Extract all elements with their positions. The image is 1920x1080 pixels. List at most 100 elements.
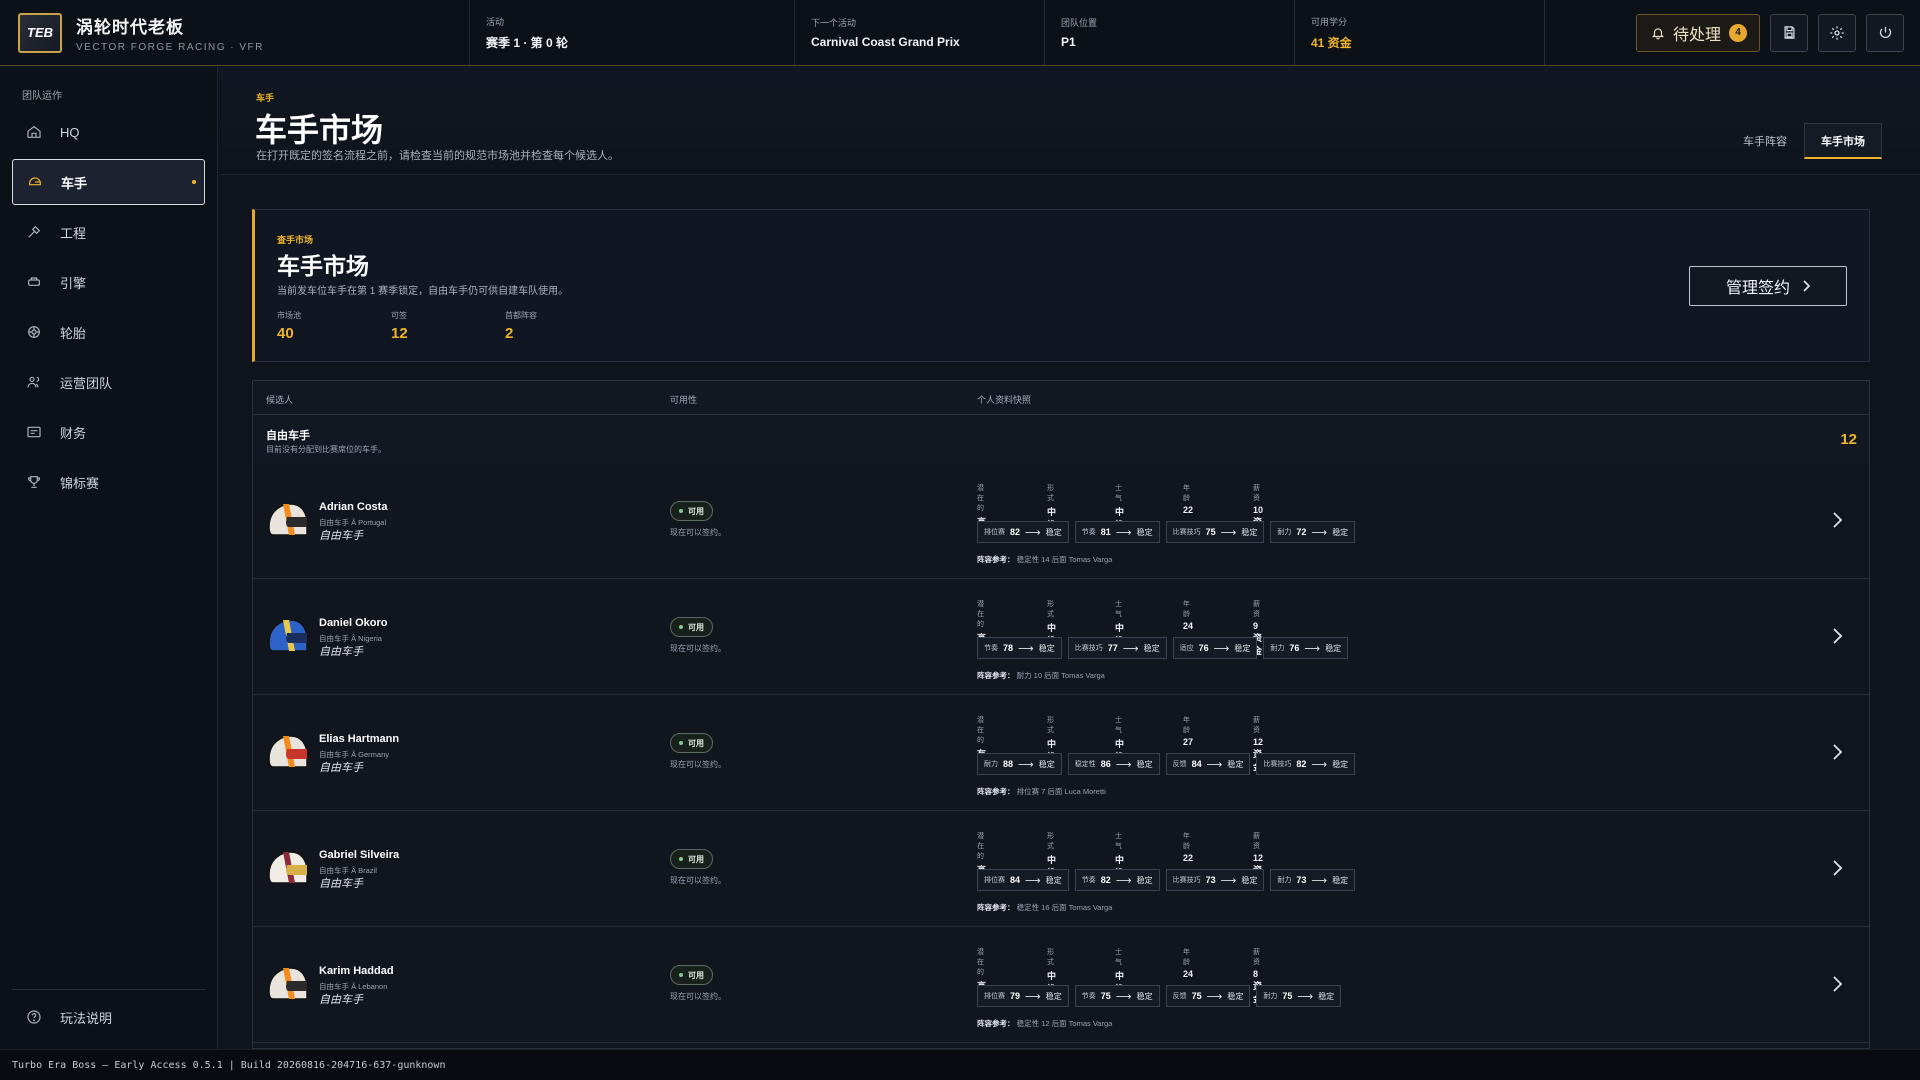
arrow-right-icon: ⟶ <box>1206 758 1223 771</box>
power-button[interactable] <box>1866 13 1904 52</box>
skill-list: 排位赛 84 ⟶ 稳定 节奏 82 ⟶ 稳定 比赛技巧 73 ⟶ 稳定 耐力 73 ⟶ 稳定 <box>977 869 1356 891</box>
sidebar-item-tires[interactable]: 轮胎 <box>12 309 205 355</box>
sidebar-item-hq[interactable]: HQ <box>12 109 205 155</box>
arrow-right-icon: ⟶ <box>1025 990 1041 1003</box>
lineup-reference: 阵容参考： 排位赛 7 后面 Luca Moretti <box>977 786 1106 797</box>
attribute-label: 形式 <box>1047 833 1054 850</box>
attribute-label: 薪资 <box>1253 601 1260 618</box>
build-footer: Turbo Era Boss — Early Access 0.5.1 | Bu… <box>0 1049 1920 1080</box>
arrow-right-icon: ⟶ <box>1304 642 1321 655</box>
skill-list: 排位赛 79 ⟶ 稳定 节奏 75 ⟶ 稳定 反馈 75 ⟶ 稳定 耐力 75 ⟶ 稳定 <box>977 985 1342 1007</box>
active-indicator <box>192 180 196 184</box>
stat-team-position: 团队位置 P1 <box>1045 0 1295 65</box>
attribute-value: 24 <box>1183 969 1194 979</box>
main-content: 车手 车手市场 在打开既定的签名流程之前，请检查当前的规范市场池并检查每个候选人… <box>219 67 1920 1049</box>
skill-trend: 稳定 <box>1325 643 1342 653</box>
power-icon <box>1879 26 1891 38</box>
app-logo: TEB <box>18 12 62 53</box>
save-button[interactable] <box>1770 13 1808 52</box>
skill-chip: 比赛技巧 82 ⟶ 稳定 <box>1256 753 1356 775</box>
driver-row[interactable]: Adrian Costa 自由车手 Â Portugal 自由车手 可用 现在可以签约。… <box>253 463 1869 579</box>
availability-note: 现在可以签约。 <box>670 992 726 1001</box>
stat-label: 团队位置 <box>1061 18 1098 28</box>
skill-chip: 排位赛 79 ⟶ 稳定 <box>977 985 1069 1007</box>
driver-row[interactable]: Gabriel Silveira 自由车手 Â Brazil 自由车手 可用 现在可以签… <box>253 811 1869 927</box>
skill-chip: 反馈 75 ⟶ 稳定 <box>1165 985 1251 1007</box>
market-stat-signable: 可签 12 <box>391 310 408 342</box>
helmet-icon <box>268 967 308 1000</box>
chevron-right-icon[interactable] <box>1831 975 1843 993</box>
arrow-right-icon: ⟶ <box>1115 758 1132 771</box>
skill-list: 节奏 78 ⟶ 稳定 比赛技巧 77 ⟶ 稳定 适应 76 ⟶ 稳定 耐力 76 ⟶ 稳定 <box>977 637 1349 659</box>
sidebar-item-drivers[interactable]: 车手 <box>12 159 205 205</box>
trophy-icon <box>27 476 41 488</box>
sidebar-item-engine[interactable]: 引擎 <box>12 259 205 305</box>
skill-label: 比赛技巧 <box>1172 877 1201 884</box>
skill-value: 75 <box>1205 527 1216 537</box>
driver-name: Gabriel Silveira <box>319 849 400 861</box>
arrow-right-icon: ⟶ <box>1311 526 1328 539</box>
arrow-right-icon: ⟶ <box>1311 874 1328 887</box>
attribute-value: 22 <box>1183 505 1194 515</box>
skill-label: 节奏 <box>984 645 998 652</box>
sidebar-item-engineering[interactable]: 工程 <box>12 209 205 255</box>
tab-driver-market[interactable]: 车手市场 <box>1804 123 1882 159</box>
skill-trend: 稳定 <box>1227 759 1244 769</box>
wrench-icon <box>28 225 41 238</box>
helmet-visor <box>286 633 307 643</box>
attribute-label: 士气 <box>1115 949 1122 966</box>
driver-name: Daniel Okoro <box>319 617 388 629</box>
skill-label: 节奏 <box>1081 877 1096 884</box>
skill-trend: 稳定 <box>1136 759 1153 769</box>
skill-trend: 稳定 <box>1045 527 1062 537</box>
skill-label: 比赛技巧 <box>1263 761 1292 768</box>
driver-row[interactable]: Karim Haddad 自由车手 Â Lebanon 自由车手 可用 现在可以签约。潜… <box>253 927 1869 1043</box>
sidebar-item-operations[interactable]: 运营团队 <box>12 359 205 405</box>
attribute-label: 潜在的 <box>977 833 984 860</box>
chevron-right-icon <box>1803 280 1810 292</box>
group-count: 12 <box>1840 431 1857 448</box>
driver-row[interactable]: Elias Hartmann 自由车手 Â Germany 自由车手 可用 现在可以签约… <box>253 695 1869 811</box>
attribute-label: 年龄 <box>1183 601 1190 618</box>
skill-chip: 稳定性 86 ⟶ 稳定 <box>1067 753 1160 775</box>
help-button[interactable]: 玩法说明 <box>12 994 205 1040</box>
tab-driver-lineup[interactable]: 车手阵容 <box>1726 123 1804 159</box>
helmet-icon <box>29 177 41 186</box>
app-title: 涡轮时代老板 <box>76 17 184 37</box>
driver-name: Adrian Costa <box>319 501 388 513</box>
pending-button[interactable]: 待处理 4 <box>1635 13 1760 52</box>
arrow-right-icon: ⟶ <box>1025 526 1041 539</box>
sidebar-item-championship[interactable]: 锦标赛 <box>12 459 205 505</box>
settings-button[interactable] <box>1818 13 1856 52</box>
chevron-right-icon[interactable] <box>1831 511 1843 529</box>
skill-chip: 排位赛 82 ⟶ 稳定 <box>977 521 1069 543</box>
arrow-right-icon: ⟶ <box>1220 526 1237 539</box>
finance-icon <box>27 426 41 438</box>
chevron-right-icon[interactable] <box>1831 627 1843 645</box>
skill-value: 86 <box>1100 759 1111 769</box>
skill-trend: 稳定 <box>1143 643 1160 653</box>
page-title: 车手市场 <box>255 112 384 148</box>
driver-role: 自由车手 <box>319 994 363 1006</box>
helmet-icon <box>268 619 308 652</box>
manage-contracts-button[interactable]: 管理签约 <box>1689 266 1847 306</box>
helmet-icon <box>268 851 308 884</box>
chevron-right-icon[interactable] <box>1831 743 1843 761</box>
sidebar-item-label: HQ <box>60 124 80 140</box>
skill-trend: 稳定 <box>1136 991 1153 1001</box>
sidebar-item-label: 车手 <box>61 175 88 191</box>
card-eyebrow: 查手市场 <box>277 235 314 245</box>
driver-row[interactable]: Daniel Okoro 自由车手 Â Nigeria 自由车手 可用 现在可以签约。潜… <box>253 579 1869 695</box>
sidebar-item-finance[interactable]: 财务 <box>12 409 205 455</box>
attribute-label: 年龄 <box>1183 485 1190 502</box>
skill-label: 耐力 <box>1263 993 1278 1000</box>
page-tabs: 车手阵容 车手市场 <box>1726 123 1882 159</box>
availability-label: 可用 <box>688 506 704 516</box>
skill-value: 76 <box>1289 643 1300 653</box>
sidebar-item-label: 引擎 <box>60 275 87 291</box>
attribute-label: 形式 <box>1047 717 1054 734</box>
stat-activity: 活动 赛季 1 · 第 0 轮 <box>470 0 795 65</box>
help-label: 玩法说明 <box>60 1010 113 1026</box>
skill-trend: 稳定 <box>1038 759 1055 769</box>
chevron-right-icon[interactable] <box>1831 859 1843 877</box>
